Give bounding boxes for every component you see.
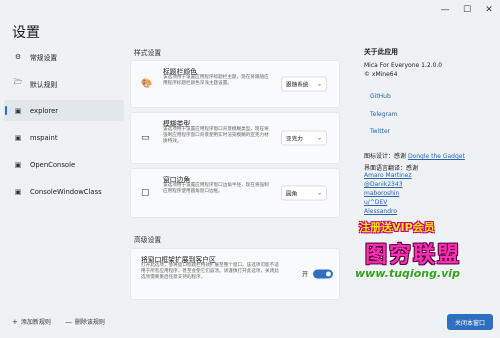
telegram-link[interactable]: Telegram [370,111,398,118]
card-description: 该选项用于设置应用程序窗口背景模糊类型，现在将强制应用程序窗口背景使用实时渲染模… [163,127,269,145]
github-link[interactable]: GitHub [370,93,391,100]
minimize-button[interactable]: — [434,0,456,20]
translation-credit: 界面语言翻译：感谢 [364,165,419,172]
corner-icon: ▢ [141,188,150,198]
sidebar-item-label: ConsoleWindowClass [30,187,102,196]
blur-type-card: ▭ 模糊类型 该选项用于设置应用程序窗口背景模糊类型，现在将强制应用程序窗口背景… [130,112,340,164]
sidebar-item-consolewindowclass[interactable]: ▣ ConsoleWindowClass [4,181,124,202]
toggle-state-label: 开 [302,271,309,279]
app-author: © xMine64 [364,71,398,78]
app-version: Mica For Everyone 1.2.0.0 [364,62,443,69]
about-panel: 关于此应用 Mica For Everyone 1.2.0.0 © xMine6… [364,46,494,215]
page-title: 设置 [12,25,40,41]
corner-select[interactable]: 圆角 ⌄ [281,185,327,201]
sidebar-item-label: 常规设置 [30,53,58,62]
card-description: 该选项用于设置应用程序窗口边角半径，现在将强制应用程序使用圆角窗口边框。 [163,183,269,195]
blur-type-select[interactable]: 亚克力 ⌄ [281,130,327,146]
sidebar-item-label: 默认规则 [30,80,58,89]
maximize-button[interactable]: ☐ [456,0,478,20]
extend-frame-card: 将窗口框架扩展到客户区 打开此选项，会将窗口标题栏特效扩展至整个窗口。该选项可能… [130,248,340,300]
translator-link[interactable]: @Danik2343 [364,181,403,188]
palette-icon: 🎨 [141,79,153,89]
folder-icon: 🗁 [13,78,23,86]
close-window-button[interactable]: ✕ [478,0,500,20]
style-section-label: 样式设置 [134,49,162,57]
chevron-down-icon: ⌄ [316,189,322,197]
extend-frame-toggle[interactable] [313,269,333,279]
watermark-line-2: 图穷联盟 [365,243,462,268]
translator-link[interactable]: u/^DEV [364,199,387,206]
about-heading: 关于此应用 [364,48,398,56]
titlebar-color-card: 🎨 标题栏颜色 该选项用于设置应用程序标题栏主题，现在将跟随应用程序标题栏颜色深… [130,60,340,108]
titlebar-color-select[interactable]: 跟随系统 ⌄ [281,76,327,92]
sidebar-item-explorer[interactable]: ▣ explorer [4,100,124,121]
card-description: 该选项用于设置应用程序标题栏主题，现在将跟随应用程序标题栏颜色深浅主题设置。 [163,75,269,87]
app-window-icon: ▣ [14,133,22,142]
sidebar-item-label: OpenConsole [30,160,76,169]
watermark-line-3: www.tuqiong.vip [355,267,460,280]
sidebar: ⚙ 常规设置 🗁 默认规则 ▣ explorer ▣ mspaint ▣ Ope… [4,46,124,203]
sidebar-item-openconsole[interactable]: ▣ OpenConsole [4,154,124,175]
card-description: 打开此选项，会将窗口标题栏特效扩展至整个窗口。该选项可能不适用于所有应用程序，甚… [141,263,279,281]
rule-actions: + 添加新规则 — 删除该规则 [12,317,105,326]
plus-icon: + [12,318,18,326]
watermark-line-1: 注册送VIP会员 [359,221,435,234]
chevron-down-icon: ⌄ [316,80,322,88]
icon-design-credit: 图标设计：感谢 Dongle the Gadget [364,153,465,160]
translator-link[interactable]: maboroshin [364,190,399,197]
app-window-icon: ▣ [14,106,22,115]
sidebar-item-label: mspaint [30,133,58,142]
close-window-primary-button[interactable]: 关闭本窗口 [447,314,493,330]
watermark: 注册送VIP会员 图穷联盟 www.tuqiong.vip [355,215,495,295]
minus-icon: — [64,318,72,326]
sidebar-item-mspaint[interactable]: ▣ mspaint [4,127,124,148]
chevron-down-icon: ⌄ [316,134,322,142]
blur-icon: ▭ [141,133,150,143]
corner-card: ▢ 窗口边角 该选项用于设置应用程序窗口边角半径，现在将强制应用程序使用圆角窗口… [130,168,340,218]
translator-link[interactable]: Alessandro [364,208,397,215]
sidebar-item-label: explorer [30,106,59,115]
app-window-icon: ▣ [14,160,22,169]
sidebar-item-default-rule[interactable]: 🗁 默认规则 [4,73,124,94]
delete-rule-button[interactable]: — 删除该规则 [65,317,105,326]
app-window-icon: ▣ [14,187,22,196]
sidebar-item-general[interactable]: ⚙ 常规设置 [4,46,124,67]
window-controls: — ☐ ✕ [434,0,500,20]
twitter-link[interactable]: Twitter [370,128,390,135]
gear-icon: ⚙ [14,52,22,61]
icon-designer-link[interactable]: Dongle the Gadget [408,153,465,160]
translator-link[interactable]: Amaro Martinez [364,172,412,179]
add-rule-button[interactable]: + 添加新规则 [12,317,51,326]
advanced-section-label: 高级设置 [134,236,162,244]
